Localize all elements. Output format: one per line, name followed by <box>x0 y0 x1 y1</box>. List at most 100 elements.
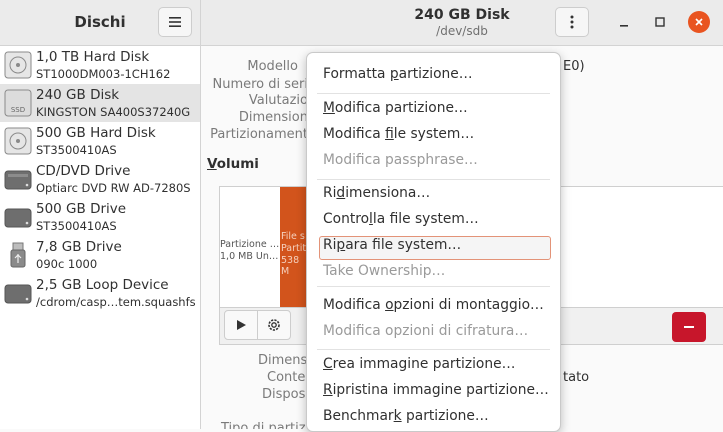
drive-item-240gb-disk[interactable]: SSD 240 GB Disk KINGSTON SA400S37240G <box>0 84 200 122</box>
drive-name: 2,5 GB Loop Device <box>36 277 169 293</box>
menu-item-mnemonic: M <box>323 100 335 116</box>
menu-item-mnemonic: d <box>336 185 346 201</box>
minus-icon <box>684 326 694 328</box>
hamburger-menu-icon <box>169 17 181 27</box>
loop-device-icon <box>4 284 32 304</box>
menu-item-text: Ri <box>323 185 337 201</box>
property-label-model: Modello <box>247 59 298 74</box>
partition-2-type: Partiti <box>281 243 306 254</box>
disk-menu-button[interactable] <box>555 7 589 37</box>
menu-item-repair-filesystem[interactable]: Ripara file system… <box>323 237 461 253</box>
contents-value: tato <box>563 370 590 385</box>
sidebar-header: Dischi <box>0 0 201 45</box>
drive-name: 500 GB Hard Disk <box>36 125 156 141</box>
detail-label-partition-type: Tipo di partiz <box>221 421 306 429</box>
close-icon <box>695 18 703 26</box>
property-label-partitioning: Partizionament <box>210 127 308 142</box>
menu-item-text: Take Ownership… <box>323 263 446 279</box>
hard-disk-icon <box>4 51 32 79</box>
ssd-icon: SSD <box>4 89 32 117</box>
app-menu-button[interactable] <box>158 7 192 37</box>
partition-1-size: 1,0 MB Un… <box>220 251 279 262</box>
menu-item-text: ile system… <box>393 126 475 142</box>
menu-item-mnemonic: p <box>389 66 399 82</box>
svg-text:SSD: SSD <box>11 106 25 114</box>
drive-list: 1,0 TB Hard Disk ST1000DM003-1CH162 SSD … <box>0 46 201 429</box>
hard-disk-icon <box>4 127 32 155</box>
maximize-button[interactable] <box>649 11 671 33</box>
menu-item-change-passphrase: Modifica passphrase… <box>323 152 478 168</box>
menu-item-mnemonic: o <box>385 297 394 313</box>
menu-item-edit-encryption-options: Modifica opzioni di cifratura… <box>323 323 528 339</box>
drive-name: 240 GB Disk <box>36 87 120 103</box>
menu-item-restore-partition-image[interactable]: Ripristina immagine partizione… <box>323 382 549 398</box>
menu-item-text: Modifica passphrase… <box>323 152 478 168</box>
menu-item-edit-partition[interactable]: Modifica partizione… <box>323 100 468 116</box>
menu-item-create-partition-image[interactable]: Crea immagine partizione… <box>323 356 515 372</box>
drive-model: ST3500410AS <box>36 219 117 233</box>
menu-item-edit-mount-options[interactable]: Modifica opzioni di montaggio… <box>323 297 544 313</box>
optical-drive-icon <box>4 170 32 190</box>
drive-model: 090c 1000 <box>36 257 98 271</box>
detail-label-contents: Conte <box>267 370 306 385</box>
close-button[interactable] <box>688 11 710 33</box>
menu-item-benchmark-partition[interactable]: Benchmark partizione… <box>323 408 489 424</box>
property-label-assessment: Valutazio <box>248 93 308 108</box>
menu-item-text: pzioni di montaggio… <box>393 297 544 313</box>
menu-item-text: Contro <box>323 211 370 227</box>
drive-name: CD/DVD Drive <box>36 163 131 179</box>
menu-item-mnemonic: k <box>393 408 402 424</box>
menu-item-text: Benchmar <box>323 408 394 424</box>
drive-model: /cdrom/casp…tem.squashfs <box>36 295 196 309</box>
partition-segment-2-selected[interactable]: File s Partiti 538 M <box>280 187 306 307</box>
minimize-button[interactable] <box>613 11 635 33</box>
menu-item-text: la file system… <box>372 211 479 227</box>
menu-separator <box>317 179 550 180</box>
menu-item-text: Modifica <box>323 297 386 313</box>
drive-item-7-8gb-drive[interactable]: 7,8 GB Drive 090c 1000 <box>0 236 200 274</box>
header-bar: Dischi 240 GB Disk /dev/sdb <box>0 0 723 46</box>
menu-item-text: rea immagine partizione… <box>332 356 516 372</box>
menu-item-mnemonic: p <box>336 237 346 253</box>
drive-name: 7,8 GB Drive <box>36 239 122 255</box>
menu-separator <box>317 286 550 287</box>
menu-item-text: ara file system… <box>345 237 462 253</box>
drive-model: KINGSTON SA400S37240G <box>36 105 191 119</box>
detail-label-device: Dispos <box>262 387 306 402</box>
menu-item-take-ownership: Take Ownership… <box>323 263 445 279</box>
partition-options-menu: Formatta partizione… Modifica partizione…… <box>306 52 561 432</box>
drive-item-2-5gb-loop-device[interactable]: 2,5 GB Loop Device /cdrom/casp…tem.squas… <box>0 274 200 312</box>
drive-model: ST1000DM003-1CH162 <box>36 67 171 81</box>
play-icon <box>237 320 246 330</box>
drive-item-1tb-hard-disk[interactable]: 1,0 TB Hard Disk ST1000DM003-1CH162 <box>0 46 200 84</box>
menu-item-check-filesystem[interactable]: Controlla file system… <box>323 211 479 227</box>
gear-icon <box>268 319 280 331</box>
drive-model: Optiarc DVD RW AD-7280S <box>36 181 191 195</box>
menu-item-text: partizione… <box>401 408 489 424</box>
menu-item-text: Modifica <box>323 126 386 142</box>
menu-item-mnemonic: R <box>323 382 333 398</box>
menu-separator <box>317 349 550 350</box>
drive-name: 500 GB Drive <box>36 201 127 217</box>
delete-partition-button[interactable] <box>672 312 706 342</box>
partition-segment-1[interactable]: Partizione … 1,0 MB Un… <box>220 187 281 307</box>
model-value: E0) <box>563 59 585 74</box>
partition-options-button[interactable] <box>257 310 291 340</box>
usb-drive-icon <box>10 242 26 268</box>
menu-item-text: odifica partizione… <box>334 100 468 116</box>
drive-item-cd-dvd-drive[interactable]: CD/DVD Drive Optiarc DVD RW AD-7280S <box>0 160 200 198</box>
menu-item-edit-filesystem[interactable]: Modifica file system… <box>323 126 474 142</box>
drive-item-500gb-drive[interactable]: 500 GB Drive ST3500410AS <box>0 198 200 236</box>
menu-item-resize[interactable]: Ridimensiona… <box>323 185 430 201</box>
menu-item-mnemonic: f <box>385 126 394 142</box>
partition-1-label: Partizione … <box>220 239 280 250</box>
drive-item-500gb-hard-disk[interactable]: 500 GB Hard Disk ST3500410AS <box>0 122 200 160</box>
volumes-header: Volumi <box>207 156 259 172</box>
menu-item-text: artizione… <box>398 66 473 82</box>
property-label-serial: Numero di seri <box>212 77 309 92</box>
mount-button[interactable] <box>224 310 258 340</box>
menu-item-format-partition[interactable]: Formatta partizione… <box>323 66 473 82</box>
maximize-icon <box>655 17 665 27</box>
menu-item-text: Modifica opzioni di cifratura… <box>323 323 529 339</box>
kebab-menu-icon <box>570 15 574 29</box>
